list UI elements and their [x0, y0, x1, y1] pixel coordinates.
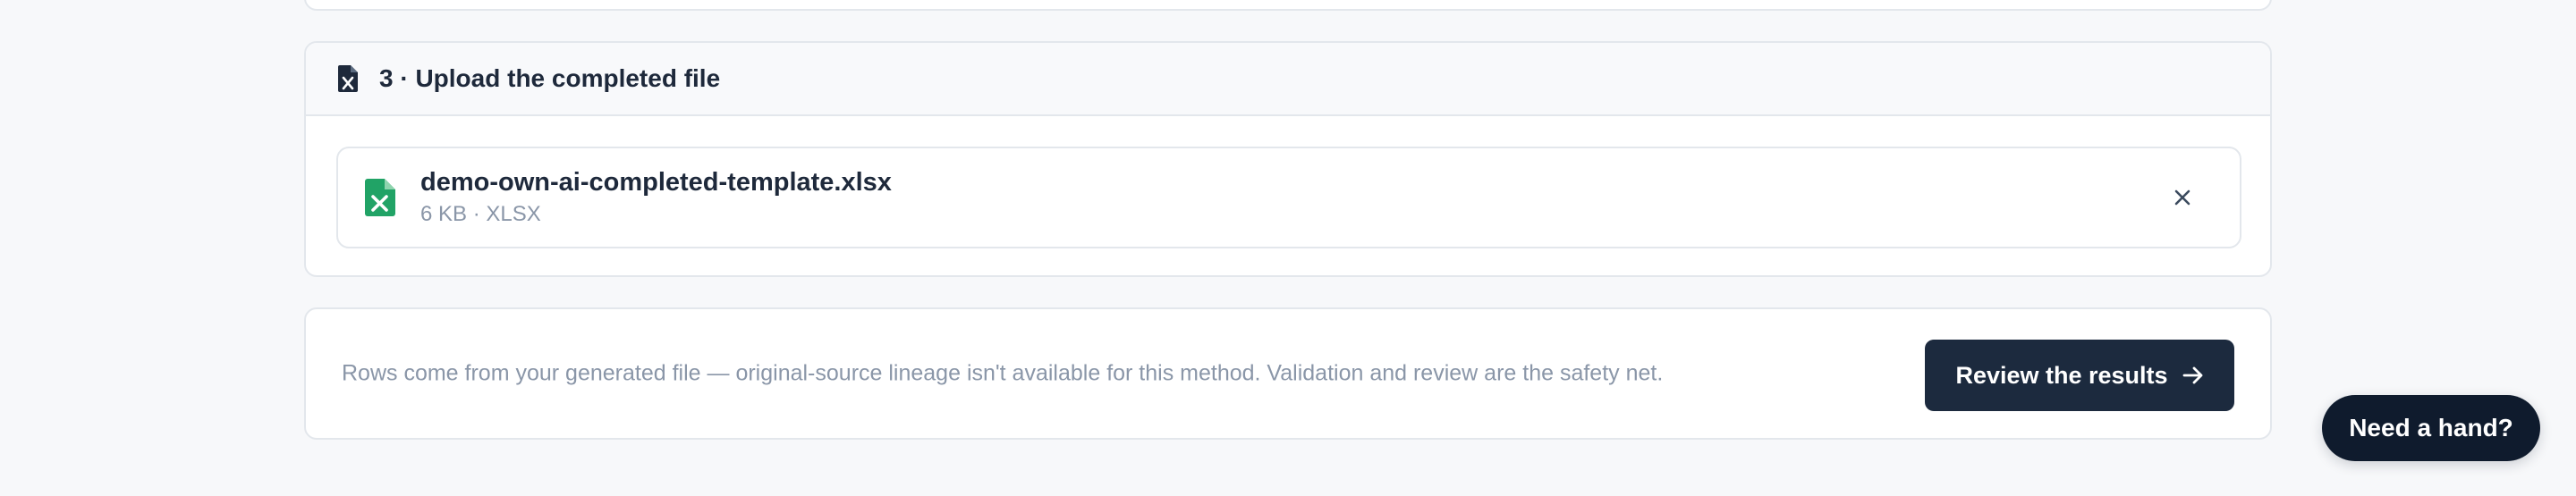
- help-chat-button[interactable]: Need a hand?: [2322, 395, 2540, 461]
- previous-step-card: [304, 0, 2272, 11]
- upload-step-card: 3 · Upload the completed file demo-own-a…: [304, 41, 2272, 277]
- excel-file-icon: [365, 179, 395, 216]
- spreadsheet-file-icon: [338, 65, 358, 92]
- file-meta: demo-own-ai-completed-template.xlsx 6 KB…: [420, 166, 892, 229]
- review-footer-card: Rows come from your generated file — ori…: [304, 307, 2272, 440]
- page: 3 · Upload the completed file demo-own-a…: [0, 0, 2576, 496]
- remove-file-button[interactable]: [2165, 180, 2200, 215]
- close-icon: [2174, 189, 2190, 206]
- file-size-type: 6 KB · XLSX: [420, 202, 541, 226]
- uploaded-file-row: demo-own-ai-completed-template.xlsx 6 KB…: [336, 147, 2241, 248]
- step-header: 3 · Upload the completed file: [306, 43, 2270, 116]
- file-name: demo-own-ai-completed-template.xlsx: [420, 168, 892, 197]
- help-chat-label: Need a hand?: [2349, 414, 2513, 441]
- lineage-note: Rows come from your generated file — ori…: [342, 360, 1664, 386]
- step-title: 3 · Upload the completed file: [379, 64, 721, 92]
- arrow-right-icon: [2182, 366, 2204, 384]
- review-results-button[interactable]: Review the results: [1925, 340, 2234, 411]
- review-results-label: Review the results: [1955, 361, 2168, 389]
